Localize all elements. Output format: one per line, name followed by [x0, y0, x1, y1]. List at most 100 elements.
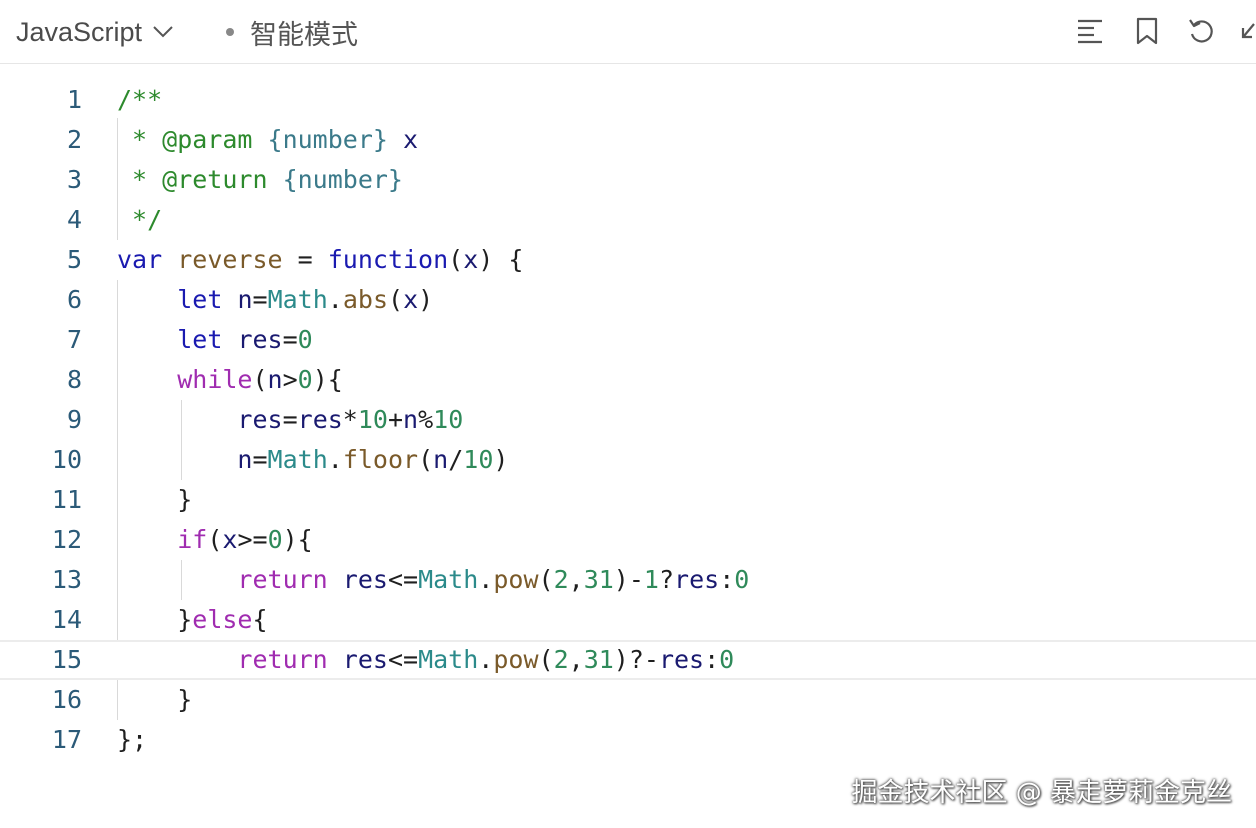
code-token: n [267, 365, 283, 394]
code-token: Math [418, 565, 479, 594]
code-token: res [237, 325, 283, 354]
code-line[interactable]: 8 while(n>0){ [0, 360, 1256, 400]
code-token: res [297, 405, 343, 434]
bookmark-icon[interactable] [1132, 16, 1162, 46]
code-token: pow [493, 645, 539, 674]
code-token: / [448, 445, 464, 474]
language-select[interactable]: JavaScript [16, 14, 174, 50]
line-number: 7 [66, 325, 82, 354]
code-token: reverse [177, 245, 283, 274]
code-token: } [117, 685, 193, 714]
code-line[interactable]: 2 * @param {number} x [0, 120, 1256, 160]
code-line[interactable]: 11 } [0, 480, 1256, 520]
code-line[interactable]: 5 var reverse = function(x) { [0, 240, 1256, 280]
code-token: x [463, 245, 479, 274]
code-line[interactable]: 9 res=res*10+n%10 [0, 400, 1256, 440]
code-token: res [237, 405, 283, 434]
code-token: ( [388, 285, 404, 314]
code-token: * [342, 405, 358, 434]
code-line[interactable]: 14 }else{ [0, 600, 1256, 640]
code-token: ( [252, 365, 268, 394]
format-icon[interactable] [1075, 16, 1105, 46]
code-token: ( [538, 645, 554, 674]
code-token: , [568, 645, 584, 674]
code-line[interactable]: 15 return res<=Math.pow(2,31)?-res:0 [0, 640, 1256, 680]
code-token: )?- [613, 645, 659, 674]
code-token: x [387, 125, 419, 154]
line-number: 5 [66, 245, 82, 274]
code-token: * @return [117, 165, 283, 194]
line-number: 15 [51, 645, 82, 674]
code-line[interactable]: 3 * @return {number} [0, 160, 1256, 200]
code-token: 31 [583, 565, 614, 594]
code-token: 10 [463, 445, 494, 474]
mode-selector[interactable]: 智能模式 [224, 14, 358, 50]
code-text: while(n>0){ [117, 360, 343, 400]
code-text: } [117, 680, 192, 720]
code-token: Math [418, 645, 479, 674]
code-line[interactable]: 1 /** [0, 80, 1256, 120]
code-line[interactable]: 16 } [0, 680, 1256, 720]
code-token: : [704, 645, 720, 674]
line-number: 11 [51, 485, 82, 514]
code-text: * @return {number} [117, 160, 403, 200]
line-number: 14 [51, 605, 82, 634]
code-line[interactable]: 12 if(x>=0){ [0, 520, 1256, 560]
code-token: . [327, 285, 343, 314]
code-token: 0 [734, 565, 750, 594]
code-token: = [282, 405, 298, 434]
code-token: 0 [297, 325, 313, 354]
bullet-dot-icon [226, 28, 234, 36]
code-editor[interactable]: 1/** 2 * @param {number} x3 * @return {nu… [0, 64, 1256, 764]
code-token: ( [538, 565, 554, 594]
code-token: = [282, 325, 298, 354]
line-number: 8 [66, 365, 82, 394]
code-text: return res<=Math.pow(2,31)?-res:0 [117, 642, 734, 678]
code-token: <= [387, 645, 419, 674]
code-token: res [658, 645, 705, 674]
code-line[interactable]: 7 let res=0 [0, 320, 1256, 360]
code-token: 1 [643, 565, 659, 594]
code-token: {number} [267, 125, 388, 154]
code-line[interactable]: 17}; [0, 720, 1256, 760]
line-number: 6 [66, 285, 82, 314]
code-token: , [568, 565, 584, 594]
undo-icon[interactable] [1187, 16, 1217, 46]
watermark: 掘金技术社区 @ 暴走萝莉金克丝 [851, 778, 1232, 808]
code-line[interactable]: 6 let n=Math.abs(x) [0, 280, 1256, 320]
code-token: ){ [312, 365, 343, 394]
code-token: let [177, 325, 223, 354]
collapse-icon[interactable] [1238, 16, 1256, 46]
code-token: % [418, 405, 434, 434]
code-token: ? [658, 565, 675, 594]
code-line[interactable]: 4 */ [0, 200, 1256, 240]
code-token: Math [267, 285, 328, 314]
code-line[interactable]: 10 n=Math.floor(n/10) [0, 440, 1256, 480]
code-token: ) [418, 285, 434, 314]
code-text: if(x>=0){ [117, 520, 313, 560]
code-text: let res=0 [117, 320, 313, 360]
code-token: } [117, 605, 193, 634]
code-text: res=res*10+n%10 [117, 400, 463, 440]
code-token: . [478, 565, 494, 594]
line-number: 9 [66, 405, 82, 434]
code-token: = [282, 245, 328, 274]
code-token: <= [387, 565, 419, 594]
code-text: /** [117, 80, 162, 120]
line-number: 2 [66, 125, 82, 154]
code-token: 2 [553, 645, 569, 674]
code-token: res [342, 565, 388, 594]
code-token: ( [418, 445, 434, 474]
code-token: abs [342, 285, 388, 314]
code-line[interactable]: 13 return res<=Math.pow(2,31)-1?res:0 [0, 560, 1256, 600]
